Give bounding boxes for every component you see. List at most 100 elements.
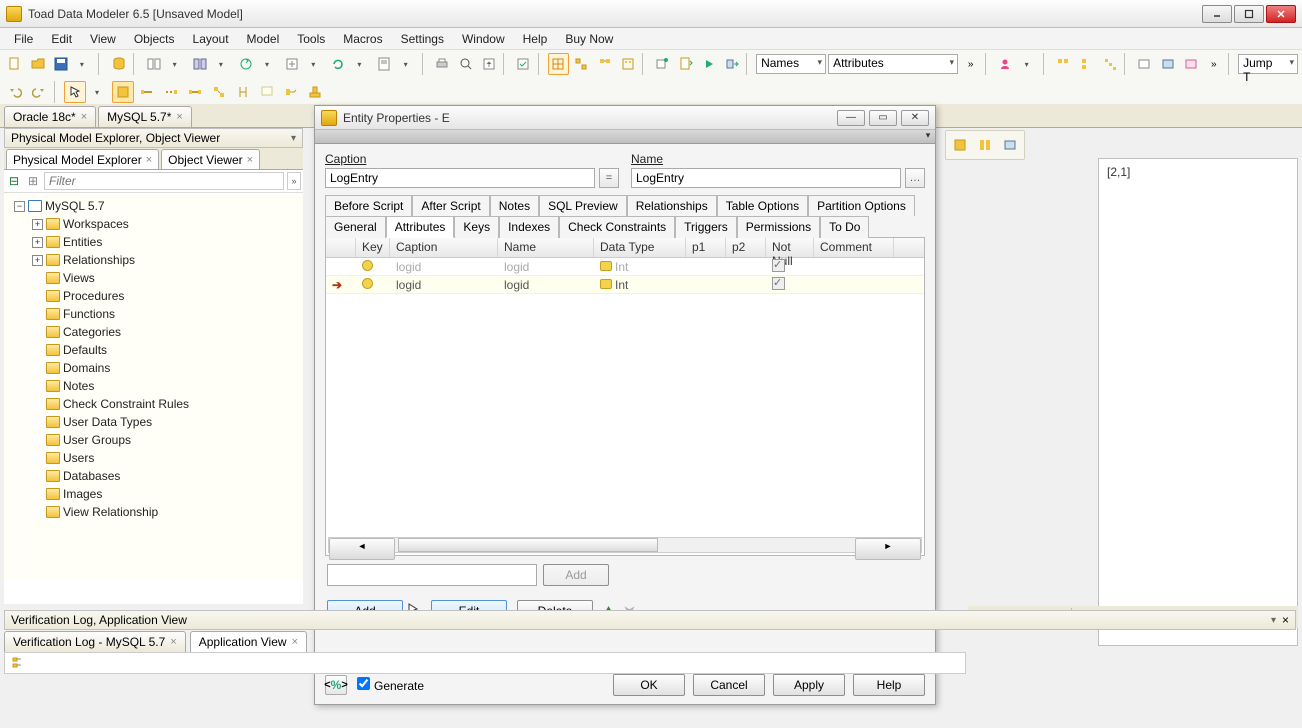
rel6-icon[interactable] xyxy=(280,81,302,103)
display-names-combo[interactable]: Names xyxy=(756,54,826,74)
add-table-icon[interactable] xyxy=(652,53,673,75)
filter-input[interactable] xyxy=(44,172,284,190)
dialog-close-button[interactable]: ✕ xyxy=(901,110,929,126)
pointer-dd-icon[interactable]: ▾ xyxy=(88,81,110,103)
grid-header-cell[interactable]: Data Type xyxy=(594,238,686,257)
tree-node-label[interactable]: Users xyxy=(63,451,94,465)
ok-button[interactable]: OK xyxy=(613,674,685,696)
horizontal-scrollbar[interactable]: ◄ ► xyxy=(328,537,922,553)
new-icon[interactable] xyxy=(4,53,25,75)
tree-node-label[interactable]: Images xyxy=(63,487,102,501)
doc-tab-oracle[interactable]: Oracle 18c*× xyxy=(4,106,96,127)
export-icon[interactable] xyxy=(478,53,499,75)
menu-help[interactable]: Help xyxy=(515,30,556,48)
generate-check[interactable] xyxy=(357,677,370,690)
menu-buy-now[interactable]: Buy Now xyxy=(557,30,621,48)
script-icon[interactable] xyxy=(374,53,395,75)
script-dd-icon[interactable]: ▾ xyxy=(397,53,418,75)
inline-add-button[interactable]: Add xyxy=(543,564,609,586)
grid-icon[interactable] xyxy=(548,53,569,75)
name-browse-button[interactable]: … xyxy=(905,168,925,188)
tab-verification-log[interactable]: Verification Log - MySQL 5.7× xyxy=(4,631,186,652)
align1-icon[interactable] xyxy=(1053,53,1074,75)
menu-file[interactable]: File xyxy=(6,30,41,48)
menu-settings[interactable]: Settings xyxy=(393,30,452,48)
dialog-tab[interactable]: Attributes xyxy=(386,216,455,238)
tree-node-label[interactable]: User Data Types xyxy=(63,415,152,429)
tab-application-view[interactable]: Application View× xyxy=(190,631,307,652)
rel5-icon[interactable] xyxy=(232,81,254,103)
menu-model[interactable]: Model xyxy=(239,30,288,48)
version-dd-icon[interactable]: ▾ xyxy=(305,53,326,75)
dialog-tab[interactable]: Relationships xyxy=(627,195,717,216)
ws2-icon[interactable] xyxy=(974,134,996,156)
ws3-icon[interactable] xyxy=(999,134,1021,156)
menu-window[interactable]: Window xyxy=(454,30,513,48)
pointer-icon[interactable] xyxy=(64,81,86,103)
version-icon[interactable] xyxy=(282,53,303,75)
layout3-icon[interactable] xyxy=(617,53,638,75)
gear-icon[interactable]: ▾ xyxy=(291,133,296,144)
nav1-icon[interactable] xyxy=(1134,53,1155,75)
layout2-icon[interactable] xyxy=(594,53,615,75)
scroll-left-button[interactable]: ◄ xyxy=(329,538,395,560)
dialog-titlebar[interactable]: Entity Properties - E — ▭ ✕ xyxy=(315,106,935,130)
tree-node-label[interactable]: Functions xyxy=(63,307,115,321)
db-icon[interactable] xyxy=(108,53,129,75)
run-icon[interactable] xyxy=(698,53,719,75)
tree-node-label[interactable]: Notes xyxy=(63,379,94,393)
tree-icon2[interactable]: ⊞ xyxy=(25,173,41,189)
rel4-icon[interactable] xyxy=(208,81,230,103)
dialog-tab[interactable]: Check Constraints xyxy=(559,216,675,238)
layout1-icon[interactable] xyxy=(571,53,592,75)
close-icon[interactable]: × xyxy=(176,111,182,123)
chevron-down-icon[interactable]: ▾ xyxy=(921,130,935,143)
display-attrs-combo[interactable]: Attributes xyxy=(828,54,958,74)
refresh-icon[interactable] xyxy=(328,53,349,75)
dialog-tab[interactable]: Permissions xyxy=(737,216,820,238)
tree-node-label[interactable]: Check Constraint Rules xyxy=(63,397,189,411)
close-icon[interactable]: × xyxy=(1282,613,1289,627)
grid-header-cell[interactable]: Caption xyxy=(390,238,498,257)
inline-add-input[interactable] xyxy=(327,564,537,586)
dialog-minimize-button[interactable]: — xyxy=(837,110,865,126)
twisty-icon[interactable]: − xyxy=(14,201,25,212)
tree-node-label[interactable]: Procedures xyxy=(63,289,124,303)
grid-row[interactable]: logidlogidInt xyxy=(326,258,924,276)
verify-icon[interactable] xyxy=(513,53,534,75)
generate-checkbox[interactable]: Generate xyxy=(357,677,424,693)
grid-header-cell[interactable]: Name xyxy=(498,238,594,257)
menu-objects[interactable]: Objects xyxy=(126,30,183,48)
code-brackets-icon[interactable]: <%> xyxy=(325,675,347,695)
dialog-tab[interactable]: To Do xyxy=(820,216,869,238)
entity-tool-icon[interactable] xyxy=(112,81,134,103)
scroll-thumb[interactable] xyxy=(398,538,658,552)
gen-script-icon[interactable] xyxy=(675,53,696,75)
align2-icon[interactable] xyxy=(1076,53,1097,75)
gear-icon[interactable]: ▾ xyxy=(1271,615,1276,626)
tree-node-label[interactable]: Databases xyxy=(63,469,120,483)
preview-icon[interactable] xyxy=(455,53,476,75)
dialog-tab[interactable]: Table Options xyxy=(717,195,808,216)
close-icon[interactable]: × xyxy=(247,154,253,166)
tree-node-label[interactable]: User Groups xyxy=(63,433,131,447)
caption-input[interactable] xyxy=(325,168,595,188)
cancel-button[interactable]: Cancel xyxy=(693,674,765,696)
sync-icon[interactable] xyxy=(235,53,256,75)
close-icon[interactable]: × xyxy=(146,154,152,166)
twisty-icon[interactable]: + xyxy=(32,219,43,230)
save-dd-icon[interactable]: ▾ xyxy=(73,53,94,75)
dialog-tab[interactable]: Keys xyxy=(454,216,499,238)
tree-node-label[interactable]: Views xyxy=(63,271,95,285)
dialog-tab[interactable]: Triggers xyxy=(675,216,737,238)
undo-icon[interactable] xyxy=(4,81,26,103)
tree-node-label[interactable]: Relationships xyxy=(63,253,135,267)
refresh-dd-icon[interactable]: ▾ xyxy=(351,53,372,75)
nav2-icon[interactable] xyxy=(1157,53,1178,75)
stamp-tool-icon[interactable] xyxy=(304,81,326,103)
print-icon[interactable] xyxy=(432,53,453,75)
dialog-tab[interactable]: Before Script xyxy=(325,195,412,216)
dialog-tab[interactable]: After Script xyxy=(412,195,489,216)
close-icon[interactable]: × xyxy=(81,111,87,123)
grid-header-cell[interactable]: Comment xyxy=(814,238,894,257)
